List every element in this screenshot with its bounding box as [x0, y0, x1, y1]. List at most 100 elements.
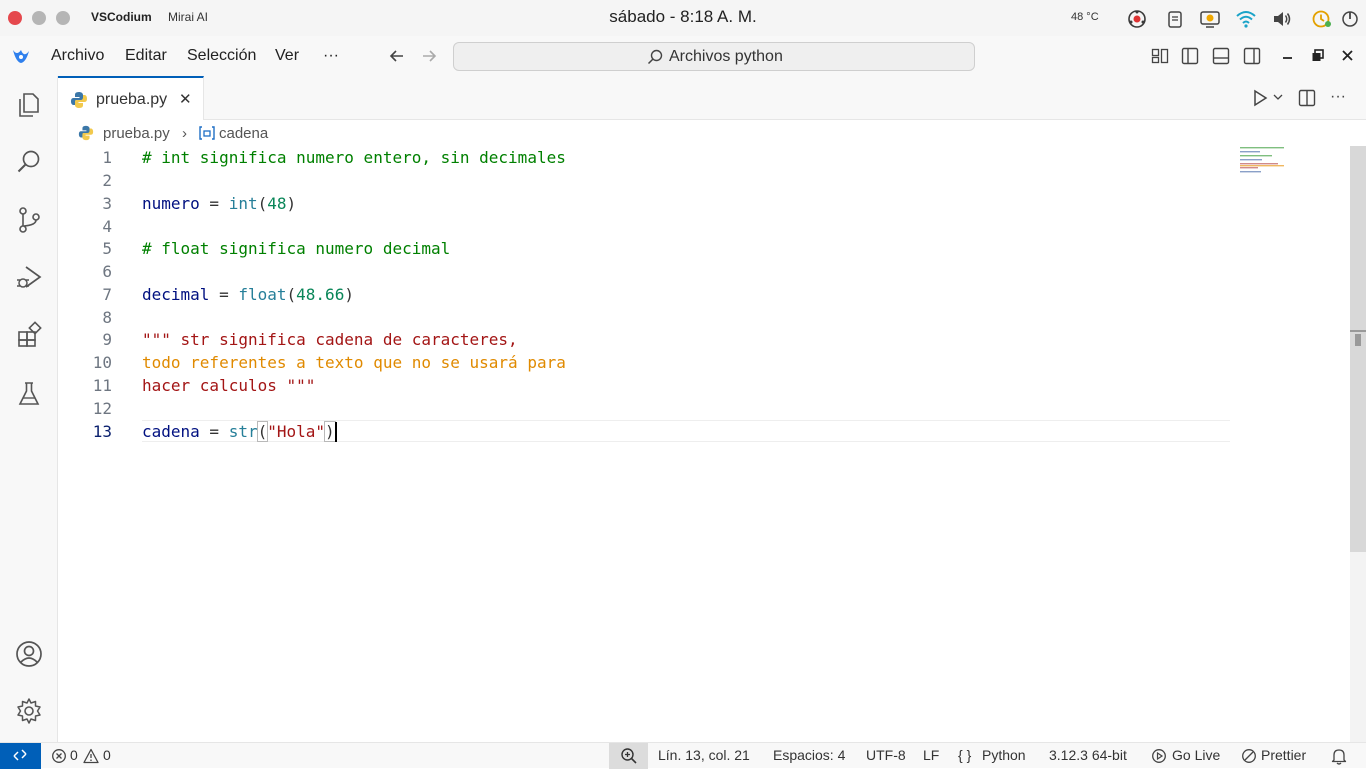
- window-minimize-dot[interactable]: [32, 11, 46, 25]
- code-paren: (: [257, 194, 268, 213]
- status-bar: 0 0 Lín. 13, col. 21 Espacios: 4 UTF-8 L…: [0, 742, 1366, 769]
- activity-bar: [0, 76, 58, 742]
- warnings-icon[interactable]: [83, 748, 99, 764]
- menu-editar[interactable]: Editar: [125, 47, 167, 65]
- command-center-label: Archivos python: [669, 48, 783, 65]
- text-cursor: [335, 422, 337, 442]
- notifications-bell-icon[interactable]: [1331, 747, 1347, 765]
- warnings-count[interactable]: 0: [103, 747, 111, 763]
- zoom-in-icon: [620, 747, 638, 765]
- explorer-icon[interactable]: [15, 91, 43, 119]
- os-top-bar: VSCodium Mirai AI sábado - 8:18 A. M. 48…: [0, 0, 1366, 36]
- tab-close-icon[interactable]: ✕: [179, 90, 192, 108]
- os-active-app[interactable]: VSCodium: [91, 10, 152, 24]
- toggle-secondary-sidebar-icon[interactable]: [1242, 46, 1262, 66]
- breadcrumb-file[interactable]: prueba.py: [103, 125, 170, 142]
- window-close-icon[interactable]: [1338, 46, 1358, 66]
- editor-tab-bar: prueba.py ✕ ···: [58, 76, 1366, 120]
- code-number: 48.66: [296, 285, 345, 304]
- tab-prueba-py[interactable]: prueba.py ✕: [58, 76, 204, 120]
- python-interpreter[interactable]: 3.12.3 64-bit: [1049, 747, 1127, 763]
- run-options-chevron-down-icon[interactable]: [1272, 91, 1284, 103]
- breadcrumb-symbol[interactable]: cadena: [219, 125, 268, 142]
- cursor-position[interactable]: Lín. 13, col. 21: [658, 747, 750, 763]
- window-minimize-icon[interactable]: [1278, 46, 1298, 66]
- toggle-primary-sidebar-icon[interactable]: [1180, 46, 1200, 66]
- code-editor[interactable]: 1 2 3 4 5 6 7 8 9 10 11 12 13 # int sign…: [58, 146, 1350, 742]
- language-mode[interactable]: Python: [982, 747, 1026, 763]
- code-line-3: numero = int(48): [142, 192, 296, 215]
- zoom-indicator[interactable]: [609, 743, 648, 769]
- scrollbar-thumb[interactable]: [1350, 146, 1366, 552]
- code-line-10: todo referentes a texto que no se usará …: [142, 353, 566, 372]
- code-paren: (: [286, 285, 297, 304]
- forward-arrow-icon[interactable]: [419, 46, 439, 66]
- go-live-button[interactable]: Go Live: [1172, 747, 1220, 763]
- indentation[interactable]: Espacios: 4: [773, 747, 845, 763]
- window-close-dot[interactable]: [8, 11, 22, 25]
- code-variable: numero: [142, 194, 200, 213]
- back-arrow-icon[interactable]: [387, 46, 407, 66]
- code-line-9: """ str significa cadena de caracteres,: [142, 330, 518, 349]
- split-editor-icon[interactable]: [1297, 88, 1317, 108]
- errors-count[interactable]: 0: [70, 747, 78, 763]
- prettier-icon[interactable]: [1241, 748, 1257, 764]
- remote-indicator[interactable]: [0, 743, 41, 769]
- code-operator: =: [199, 422, 229, 441]
- clipboard-icon[interactable]: [1165, 9, 1185, 28]
- code-operator: =: [209, 285, 239, 304]
- breadcrumb-python-file-icon: [78, 125, 94, 141]
- scrollbar-cursor-marker: [1350, 330, 1366, 332]
- line-number: 5: [102, 239, 112, 258]
- code-function: float: [238, 285, 287, 304]
- line-number: 7: [102, 285, 112, 304]
- remote-icon: [12, 747, 28, 763]
- line-number: 1: [102, 148, 112, 167]
- code-line-7: decimal = float(48.66): [142, 283, 354, 306]
- search-sidebar-icon[interactable]: [15, 148, 43, 176]
- accounts-icon[interactable]: [15, 640, 43, 668]
- testing-flask-icon[interactable]: [15, 380, 43, 408]
- code-number: 48: [267, 194, 287, 213]
- code-paren: ): [286, 194, 297, 213]
- line-number: 2: [102, 171, 112, 190]
- line-number: 11: [92, 376, 112, 395]
- code-line-1: # int significa numero entero, sin decim…: [142, 148, 566, 167]
- code-string: "Hola": [267, 422, 326, 441]
- breadcrumb-separator: ›: [182, 125, 187, 142]
- menu-more[interactable]: ···: [323, 47, 339, 65]
- code-paren-matched: (: [256, 421, 269, 442]
- source-control-icon[interactable]: [15, 206, 43, 234]
- code-line-13: cadena = str("Hola"): [142, 420, 336, 443]
- ubuntu-software-icon[interactable]: [1127, 9, 1147, 28]
- editor-more-actions-icon[interactable]: ···: [1330, 88, 1346, 106]
- end-of-line[interactable]: LF: [923, 747, 939, 763]
- encoding[interactable]: UTF-8: [866, 747, 906, 763]
- prettier-button[interactable]: Prettier: [1261, 747, 1306, 763]
- window-restore-icon[interactable]: [1308, 46, 1328, 66]
- menu-archivo[interactable]: Archivo: [51, 47, 104, 65]
- updates-icon[interactable]: [1311, 9, 1331, 28]
- minimap[interactable]: [1238, 146, 1308, 186]
- display-icon[interactable]: [1199, 9, 1220, 28]
- system-menu-icon[interactable]: [1340, 9, 1360, 27]
- run-debug-icon[interactable]: [15, 263, 43, 291]
- search-icon: [647, 49, 663, 65]
- line-number-active: 13: [92, 422, 112, 441]
- toggle-panel-icon[interactable]: [1211, 46, 1231, 66]
- customize-layout-icon[interactable]: [1150, 46, 1170, 66]
- window-maximize-dot[interactable]: [56, 11, 70, 25]
- settings-gear-icon[interactable]: [15, 697, 43, 725]
- os-window-title[interactable]: Mirai AI: [168, 10, 208, 24]
- volume-icon[interactable]: [1271, 9, 1291, 27]
- command-center-search[interactable]: Archivos python: [453, 42, 975, 71]
- run-python-icon[interactable]: [1251, 89, 1269, 107]
- go-live-broadcast-icon[interactable]: [1151, 748, 1167, 764]
- menu-ver[interactable]: Ver: [275, 47, 299, 65]
- extensions-icon[interactable]: [15, 321, 43, 349]
- scrollbar-position-marker: [1355, 334, 1361, 346]
- line-number: 9: [102, 330, 112, 349]
- menu-seleccion[interactable]: Selección: [187, 47, 256, 65]
- wifi-icon[interactable]: [1235, 9, 1256, 28]
- errors-icon[interactable]: [51, 748, 67, 764]
